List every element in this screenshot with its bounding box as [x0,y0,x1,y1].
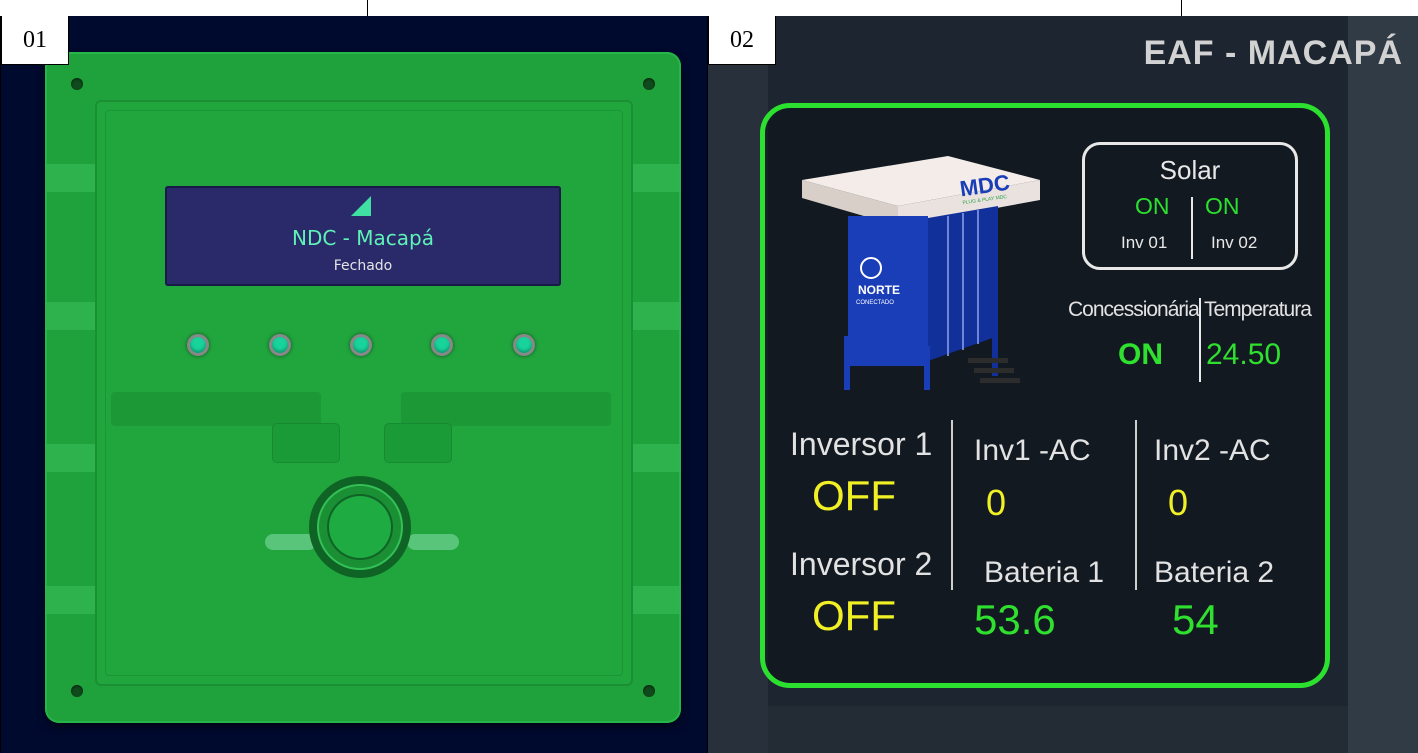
panel-plate-left [111,392,321,426]
site-title: EAF - MACAPÁ [1143,34,1403,72]
solar-inv01-label: Inv 01 [1121,233,1168,252]
knob-wing-right [407,534,459,550]
screw-icon [71,685,83,697]
panel-number-01: 01 [1,16,69,65]
indicator-led [431,334,453,356]
indicator-led [187,334,209,356]
solar-divider [1191,197,1193,259]
inv1-ac-label: Inv1 -AC [974,434,1091,467]
indicator-led [269,334,291,356]
panel-plate-right [401,392,611,426]
inversor2-value: OFF [812,592,896,639]
grid-divider-right [1135,420,1137,590]
indicator-led [350,334,372,356]
background-rack [1348,16,1418,753]
solar-status-box: Solar ON ON Inv 01 Inv 02 [1082,142,1298,270]
mdc-container-image: NORTE CONECTADO MDC PLUG & PLAY MDC [802,156,1040,390]
screw-icon [643,78,655,90]
display-status: Fechado [333,258,393,274]
display-title: NDC - Macapá [292,226,434,250]
bateria2-label: Bateria 2 [1154,556,1275,589]
solar-title: Solar [1159,155,1221,185]
inversor1-value: OFF [812,472,896,519]
bateria2-value: 54 [1172,596,1219,643]
rotary-knob[interactable] [309,476,411,578]
border-tick [367,0,368,16]
solar-inv02-status: ON [1205,193,1240,219]
inv2-ac-value: 0 [1168,482,1189,523]
panel-01-device: 01 NDC - Macapá Fechado [0,16,708,753]
grid-divider-left [951,420,953,590]
small-button-right[interactable] [385,424,451,462]
signal-triangle-icon [351,196,371,216]
inv1-ac-value: 0 [986,482,1007,523]
concessionaria-value: ON [1118,338,1163,371]
concessionaria-divider [1199,298,1201,382]
panel-02-dashboard: 02 EAF - MACAPÁ NORTE CONECTADO MDC PLUG… [707,16,1418,753]
bateria1-label: Bateria 1 [984,556,1105,589]
lcd-display: NDC - Macapá Fechado [165,186,561,286]
background-floor [768,706,1348,753]
small-button-left[interactable] [273,424,339,462]
border-tick [1181,0,1182,16]
inversor2-label: Inversor 2 [790,546,933,582]
top-border-strip [0,0,1418,16]
solar-inv02-label: Inv 02 [1211,233,1258,252]
panel-number-02: 02 [708,16,776,65]
inv2-ac-label: Inv2 -AC [1154,434,1271,467]
temperatura-label: Temperatura [1204,298,1312,321]
knob-center-button[interactable] [329,496,391,558]
access-control-device: NDC - Macapá Fechado [45,52,681,723]
solar-inv01-status: ON [1135,193,1170,219]
screw-icon [71,78,83,90]
bateria1-value: 53.6 [974,596,1056,643]
temperatura-value: 24.50 [1206,338,1282,371]
inversor1-label: Inversor 1 [790,426,933,462]
knob-ring [317,484,403,570]
concessionaria-label: Concessionária [1068,298,1200,321]
background-rack [708,16,768,753]
norte-logo-subtext: CONECTADO [856,300,894,306]
norte-logo-text: NORTE [858,283,900,297]
screw-icon [643,685,655,697]
indicator-led [513,334,535,356]
